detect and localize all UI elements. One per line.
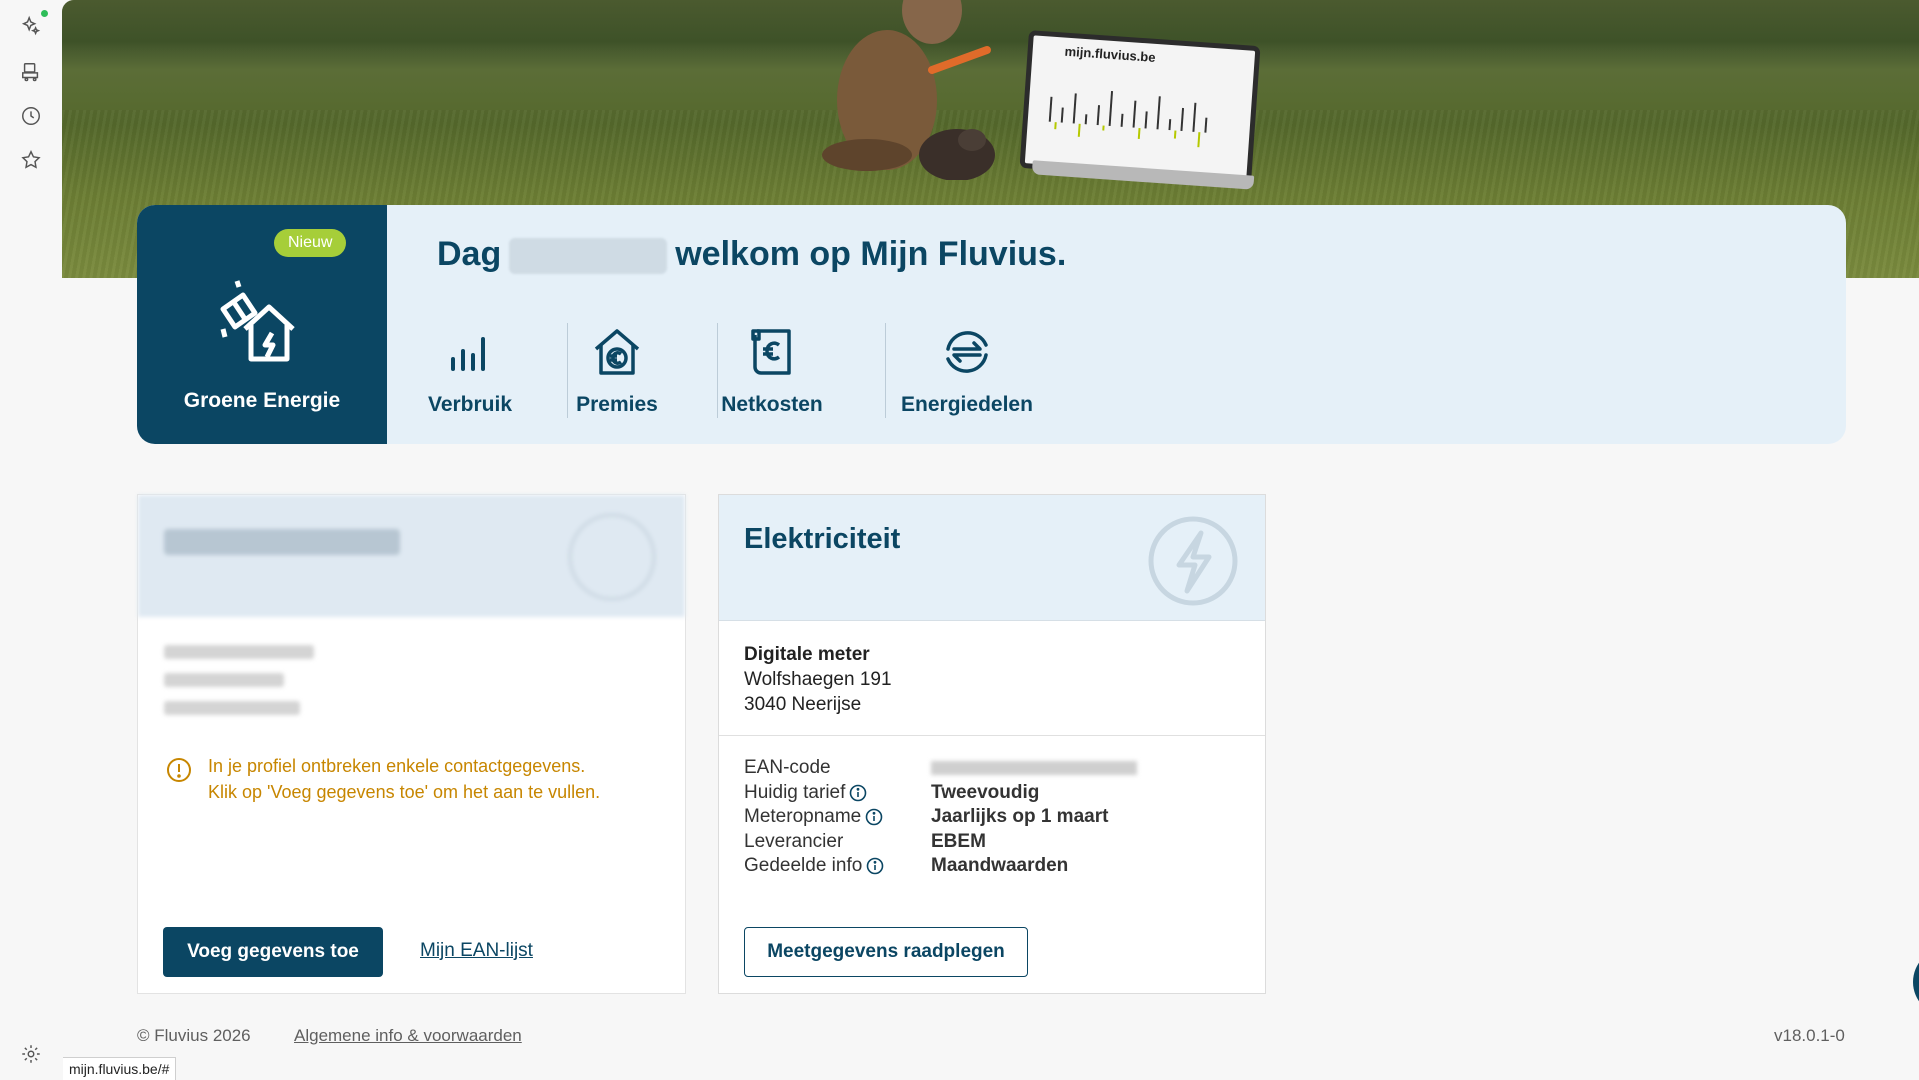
terms-link[interactable]: Algemene info & voorwaarden bbox=[294, 1026, 522, 1046]
blurred-user-name bbox=[509, 238, 667, 274]
version-label: v18.0.1-0 bbox=[1774, 1026, 1845, 1046]
welcome-card: Nieuw Groene Energie Dag welkom op Mijn F… bbox=[137, 205, 1846, 444]
shortcut-label: Premies bbox=[542, 393, 692, 417]
electricity-title: Elektriciteit bbox=[744, 523, 900, 556]
favorites-star-icon[interactable] bbox=[19, 148, 43, 172]
browser-side-rail bbox=[0, 0, 63, 1079]
warning-line-1: In je profiel ontbreken enkele contactge… bbox=[208, 753, 656, 779]
electricity-card: Elektriciteit Digitale meter Wolfshaegen… bbox=[718, 494, 1266, 994]
shortcut-label: Verbruik bbox=[395, 393, 545, 417]
shortcut-label: Energiedelen bbox=[882, 393, 1052, 417]
detail-row-meteropname: Meteropname Jaarlijks op 1 maart bbox=[744, 806, 1108, 828]
detail-key: EAN-code bbox=[744, 757, 931, 779]
warning-line-2: Klik op 'Voeg gegevens toe' om het aan t… bbox=[208, 779, 656, 805]
new-badge: Nieuw bbox=[274, 229, 346, 257]
address-line-2: 3040 Neerijse bbox=[744, 692, 892, 717]
cart-icon[interactable] bbox=[19, 60, 43, 84]
mini-bar-chart-illustration bbox=[1038, 66, 1233, 159]
groene-energie-label: Groene Energie bbox=[137, 389, 387, 413]
meter-info: Digitale meter Wolfshaegen 191 3040 Neer… bbox=[744, 642, 892, 717]
profile-card: In je profiel ontbreken enkele contactge… bbox=[137, 494, 686, 994]
hare-and-mole-illustration bbox=[782, 0, 1042, 180]
ean-code-blurred bbox=[931, 761, 1137, 775]
info-icon[interactable] bbox=[865, 808, 883, 826]
laptop-screen-text: mijn.fluvius.be bbox=[1064, 44, 1156, 65]
detail-row-leverancier: LeverancierEBEM bbox=[744, 831, 986, 853]
invoice-euro-icon bbox=[745, 325, 799, 379]
detail-row-gedeelde-info: Gedeelde info Maandwaarden bbox=[744, 855, 1068, 877]
solar-house-icon bbox=[215, 279, 307, 371]
detail-row-ean: EAN-code bbox=[744, 757, 1137, 779]
profile-header-blurred bbox=[138, 495, 685, 617]
profile-address-blurred bbox=[164, 645, 314, 729]
shortcut-premies[interactable]: Premies bbox=[542, 325, 692, 427]
page-content: mijn.fluvius.be bbox=[62, 0, 1919, 1079]
missing-contact-warning: In je profiel ontbreken enkele contactge… bbox=[166, 753, 656, 805]
house-euro-icon bbox=[590, 325, 644, 379]
detail-value: Maandwaarden bbox=[931, 855, 1068, 876]
detail-row-tarief: Huidig tarief Tweevoudig bbox=[744, 782, 1039, 804]
avatar bbox=[568, 513, 656, 601]
detail-key: Gedeelde info bbox=[744, 855, 862, 876]
shortcut-energiedelen[interactable]: Energiedelen bbox=[882, 325, 1052, 427]
status-bar-url: mijn.fluvius.be/# bbox=[63, 1057, 176, 1080]
settings-gear-icon[interactable] bbox=[19, 1042, 43, 1066]
address-line-1: Wolfshaegen 191 bbox=[744, 667, 892, 692]
detail-value: Tweevoudig bbox=[931, 782, 1039, 803]
detail-key: Huidig tarief bbox=[744, 782, 845, 803]
info-icon[interactable] bbox=[849, 784, 867, 802]
detail-value: Jaarlijks op 1 maart bbox=[931, 806, 1108, 827]
info-icon[interactable] bbox=[866, 857, 884, 875]
shortcut-label: Netkosten bbox=[697, 393, 847, 417]
sparkle-icon[interactable] bbox=[19, 14, 43, 38]
electricity-card-header: Elektriciteit bbox=[719, 495, 1265, 621]
shortcut-netkosten[interactable]: Netkosten bbox=[697, 325, 847, 427]
notification-dot bbox=[41, 10, 48, 17]
lightning-bolt-icon bbox=[1145, 513, 1241, 609]
copyright: © Fluvius 2026 bbox=[137, 1026, 251, 1046]
welcome-greeting: Dag welkom op Mijn Fluvius. bbox=[437, 235, 1066, 274]
detail-key: Leverancier bbox=[744, 831, 931, 853]
groene-energie-tile[interactable]: Nieuw Groene Energie bbox=[137, 205, 387, 444]
greeting-suffix: welkom op Mijn Fluvius. bbox=[675, 235, 1066, 273]
greeting-prefix: Dag bbox=[437, 235, 501, 273]
divider bbox=[719, 735, 1265, 736]
detail-key: Meteropname bbox=[744, 806, 861, 827]
add-details-button[interactable]: Voeg gegevens toe bbox=[163, 927, 383, 977]
bar-chart-icon bbox=[443, 325, 497, 379]
detail-value: EBEM bbox=[931, 831, 986, 852]
warning-circle-icon bbox=[166, 757, 192, 783]
help-button[interactable] bbox=[1913, 948, 1919, 1016]
shortcut-verbruik[interactable]: Verbruik bbox=[395, 325, 545, 427]
energy-share-icon bbox=[940, 325, 994, 379]
history-icon[interactable] bbox=[19, 104, 43, 128]
ean-list-link[interactable]: Mijn EAN-lijst bbox=[420, 940, 533, 962]
view-measurements-button[interactable]: Meetgegevens raadplegen bbox=[744, 927, 1028, 977]
meter-type: Digitale meter bbox=[744, 642, 892, 667]
laptop-illustration: mijn.fluvius.be bbox=[1024, 38, 1258, 196]
